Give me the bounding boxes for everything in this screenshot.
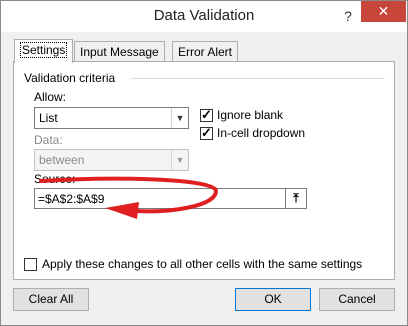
cancel-button[interactable]: Cancel [319, 288, 395, 311]
settings-panel: Validation criteria Allow: List ▼ Ignore… [13, 61, 395, 280]
validation-criteria-heading: Validation criteria [24, 71, 116, 85]
ignore-blank-label: Ignore blank [217, 108, 284, 122]
apply-all-label: Apply these changes to all other cells w… [42, 257, 363, 271]
group-divider [131, 78, 385, 79]
tab-error-alert-label: Error Alert [178, 45, 233, 59]
data-label: Data: [34, 133, 63, 147]
tab-input-message[interactable]: Input Message [74, 41, 165, 62]
tab-input-message-label: Input Message [80, 45, 159, 59]
close-icon: ✕ [377, 3, 390, 19]
incell-dropdown-label: In-cell dropdown [217, 126, 306, 140]
chevron-down-icon: ▼ [171, 150, 188, 170]
ignore-blank-checkbox[interactable] [200, 107, 213, 123]
data-value: between [39, 153, 85, 167]
data-select[interactable]: between ▼ [34, 149, 189, 171]
apply-all-checkbox[interactable] [24, 258, 37, 271]
collapse-dialog-icon: ⤒ [293, 191, 299, 205]
data-validation-dialog: Data Validation ? ✕ Settings Input Messa… [0, 0, 408, 326]
allow-select[interactable]: List ▼ [34, 107, 189, 129]
help-button[interactable]: ? [336, 6, 360, 26]
source-label: Source: [34, 172, 76, 186]
allow-label: Allow: [34, 90, 67, 104]
tab-error-alert[interactable]: Error Alert [172, 41, 239, 62]
tab-settings-label: Settings [20, 42, 68, 58]
source-value: =$A$2:$A$9 [38, 192, 105, 206]
tab-settings[interactable]: Settings [14, 39, 74, 63]
clear-all-button[interactable]: Clear All [13, 288, 89, 311]
collapse-dialog-button[interactable]: ⤒ [285, 188, 307, 209]
allow-value: List [39, 111, 58, 125]
close-button[interactable]: ✕ [361, 1, 406, 22]
ok-button[interactable]: OK [235, 288, 311, 311]
incell-dropdown-checkbox[interactable] [200, 125, 213, 141]
chevron-down-icon: ▼ [171, 108, 188, 128]
source-input[interactable]: =$A$2:$A$9 [34, 188, 306, 209]
title-bar: Data Validation ? ✕ [1, 1, 407, 32]
